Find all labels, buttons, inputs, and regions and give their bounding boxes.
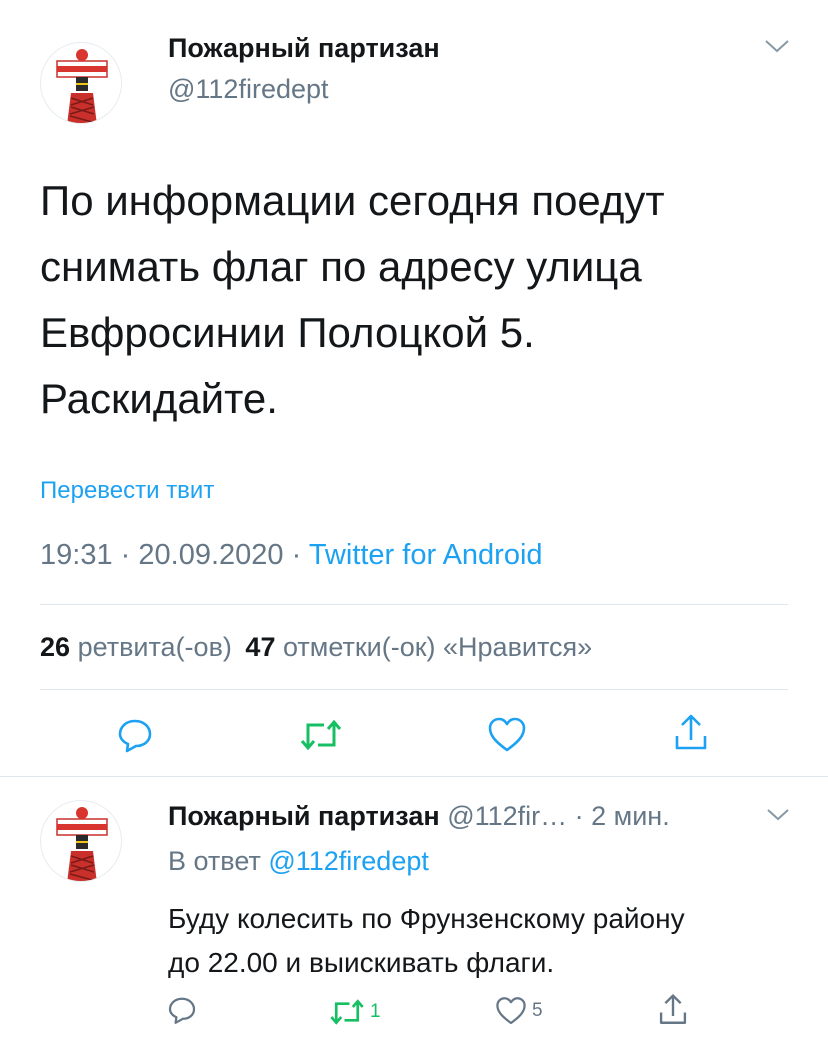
share-button[interactable] [671,712,711,759]
reply-retweet-button[interactable]: 1 [328,997,381,1027]
tweet-source-link[interactable]: Twitter for Android [309,539,543,571]
retweet-icon [330,999,364,1025]
reply-text-line: до 22.00 и выискивать флаги. [168,947,555,978]
divider [40,604,788,605]
translate-tweet-link[interactable]: Перевести твит [40,477,214,505]
reply-header: Пожарный партизан @112fir… · 2 мин. [168,801,670,832]
likes-stat[interactable]: 47 отметки(-ок) «Нравится» [245,632,592,662]
heart-icon [488,717,526,752]
reply-like-count: 5 [532,1000,543,1021]
reply-to-handle-link[interactable]: @112firedept [268,846,429,876]
tweet-text-line: Евфросинии Полоцкой 5. [40,309,535,356]
tweet-meta: 19:31 · 20.09.2020 · Twitter for Android [40,539,543,572]
chevron-down-icon[interactable] [766,808,790,827]
author-handle[interactable]: @112firedept [168,74,329,105]
tweet-text-line: Раскидайте. [40,375,278,422]
share-icon [659,994,687,1024]
reply-author-name[interactable]: Пожарный партизан [168,801,440,831]
divider [40,689,788,690]
retweets-label: ретвита(-ов) [77,632,232,662]
tweet-text: По информации сегодня поедут снимать фла… [40,168,800,432]
reply-author-handle[interactable]: @112fir… [447,801,567,831]
reply-button[interactable] [115,715,155,760]
likes-count: 47 [245,632,276,662]
reply-retweet-count: 1 [370,1001,381,1022]
tweet-date: 20.09.2020 [138,539,284,571]
meta-separator: · [291,539,302,571]
reply-context: В ответ @112firedept [168,846,429,877]
tweet-text-line: По информации сегодня поедут [40,177,665,224]
meta-separator: · [120,539,131,571]
reply-like-button[interactable]: 5 [494,995,543,1027]
retweets-count: 26 [40,632,71,662]
avatar-firefighter-image [56,807,108,881]
reply-time-ago[interactable]: · 2 мин. [575,801,670,831]
author-avatar[interactable] [40,42,122,124]
like-button[interactable] [486,715,528,760]
reply-bubble-icon [118,719,152,753]
reply-bubble-icon [168,997,196,1024]
retweet-button[interactable] [298,717,344,758]
tweet-time: 19:31 [40,539,113,571]
reply-text: Буду колесить по Фрунзенскому району до … [168,897,685,985]
avatar-firefighter-image [56,49,108,123]
reply-prefix: В ответ [168,846,261,876]
author-name[interactable]: Пожарный партизан [168,33,440,64]
tweet-stats: 26 ретвита(-ов) 47 отметки(-ок) «Нравитс… [40,632,592,663]
reply-author-avatar[interactable] [40,800,122,882]
reply-reply-button[interactable] [166,994,198,1026]
reply-share-button[interactable] [656,992,690,1028]
retweet-icon [300,719,342,751]
share-icon [675,714,707,750]
likes-label: отметки(-ок) «Нравится» [282,632,593,662]
retweets-stat[interactable]: 26 ретвита(-ов) [40,632,239,662]
chevron-down-icon[interactable] [764,38,790,59]
heart-icon [496,997,526,1025]
tweet-text-line: снимать флаг по адресу улица [40,243,642,290]
tweet-separator [0,776,828,777]
reply-text-line: Буду колесить по Фрунзенскому району [168,903,685,934]
